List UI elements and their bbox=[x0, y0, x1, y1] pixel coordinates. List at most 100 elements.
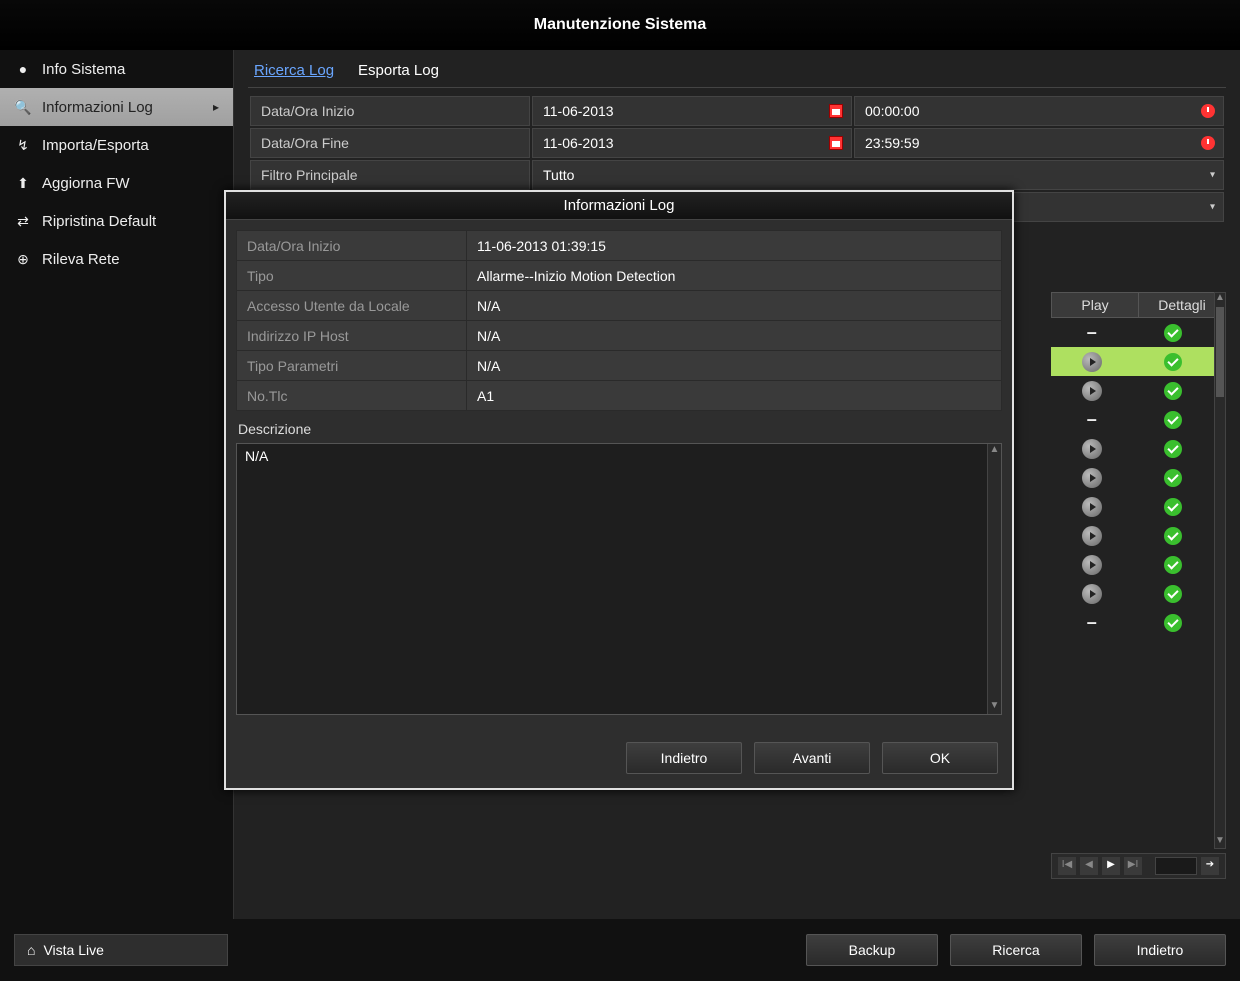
modal-title: Informazioni Log bbox=[226, 192, 1012, 220]
live-view-label: Vista Live bbox=[43, 942, 103, 958]
dash-icon: – bbox=[1087, 322, 1097, 343]
tabs: Ricerca Log Esporta Log bbox=[248, 60, 1226, 88]
tab-export-log[interactable]: Esporta Log bbox=[358, 60, 439, 87]
calendar-icon[interactable] bbox=[829, 104, 843, 118]
table-row[interactable]: – bbox=[1051, 405, 1214, 434]
pager-prev-icon[interactable]: ◀ bbox=[1080, 857, 1098, 875]
filter-start-date[interactable]: 11-06-2013 bbox=[532, 96, 852, 126]
sidebar-item-restore-default[interactable]: ⇄ Ripristina Default bbox=[0, 202, 233, 240]
scroll-up-icon[interactable]: ▲ bbox=[1215, 293, 1225, 305]
scroll-thumb[interactable] bbox=[1216, 307, 1224, 397]
table-row[interactable] bbox=[1051, 347, 1214, 376]
search-icon: 🔍 bbox=[14, 99, 32, 116]
check-icon[interactable] bbox=[1164, 585, 1182, 603]
primary-value: Tutto bbox=[543, 167, 574, 183]
results-header-detail: Dettagli bbox=[1138, 293, 1225, 317]
sidebar-item-import-export[interactable]: ↯ Importa/Esporta bbox=[0, 126, 233, 164]
pager-next-icon[interactable]: ▶ bbox=[1102, 857, 1120, 875]
modal-ok-button[interactable]: OK bbox=[882, 742, 998, 774]
results-scrollbar[interactable]: ▲ ▼ bbox=[1214, 292, 1226, 849]
table-row[interactable] bbox=[1051, 550, 1214, 579]
check-icon[interactable] bbox=[1164, 324, 1182, 342]
play-icon[interactable] bbox=[1082, 439, 1102, 459]
sidebar-item-upgrade-fw[interactable]: ⬆ Aggiorna FW bbox=[0, 164, 233, 202]
pager-first-icon[interactable]: I◀ bbox=[1058, 857, 1076, 875]
sidebar-item-label: Info Sistema bbox=[42, 61, 125, 78]
play-icon[interactable] bbox=[1082, 555, 1102, 575]
results-header-play: Play bbox=[1052, 293, 1138, 317]
scroll-down-icon[interactable]: ▼ bbox=[988, 700, 1001, 714]
filter-primary-select[interactable]: Tutto ▾ bbox=[532, 160, 1224, 190]
play-icon[interactable] bbox=[1082, 497, 1102, 517]
results-pager: I◀ ◀ ▶ ▶I ➔ bbox=[1051, 853, 1226, 879]
sidebar-item-log[interactable]: 🔍 Informazioni Log ▸ bbox=[0, 88, 233, 126]
play-icon[interactable] bbox=[1082, 352, 1102, 372]
chevron-right-icon: ▸ bbox=[213, 100, 219, 114]
modal-hostip-label: Indirizzo IP Host bbox=[237, 321, 467, 351]
dash-icon: – bbox=[1087, 409, 1097, 430]
modal-localuser-label: Accesso Utente da Locale bbox=[237, 291, 467, 321]
modal-description-value: N/A bbox=[245, 448, 268, 464]
check-icon[interactable] bbox=[1164, 440, 1182, 458]
play-icon[interactable] bbox=[1082, 381, 1102, 401]
sidebar-item-label: Ripristina Default bbox=[42, 213, 156, 230]
modal-start-label: Data/Ora Inizio bbox=[237, 231, 467, 261]
dash-icon: – bbox=[1087, 612, 1097, 633]
modal-next-button[interactable]: Avanti bbox=[754, 742, 870, 774]
table-row[interactable] bbox=[1051, 463, 1214, 492]
log-info-modal: Informazioni Log Data/Ora Inizio 11-06-2… bbox=[224, 190, 1014, 790]
table-row[interactable] bbox=[1051, 376, 1214, 405]
check-icon[interactable] bbox=[1164, 556, 1182, 574]
play-icon[interactable] bbox=[1082, 526, 1102, 546]
scroll-down-icon[interactable]: ▼ bbox=[1215, 836, 1225, 848]
check-icon[interactable] bbox=[1164, 527, 1182, 545]
check-icon[interactable] bbox=[1164, 469, 1182, 487]
filter-start-time[interactable]: 00:00:00 bbox=[854, 96, 1224, 126]
check-icon[interactable] bbox=[1164, 614, 1182, 632]
sidebar-item-net-detect[interactable]: ⊕ Rileva Rete bbox=[0, 240, 233, 278]
filter-end-date[interactable]: 11-06-2013 bbox=[532, 128, 852, 158]
upload-icon: ⬆ bbox=[14, 175, 32, 192]
sidebar-item-label: Informazioni Log bbox=[42, 99, 153, 116]
table-row[interactable] bbox=[1051, 579, 1214, 608]
search-button[interactable]: Ricerca bbox=[950, 934, 1082, 966]
sidebar-item-info[interactable]: ● Info Sistema bbox=[0, 50, 233, 88]
table-row[interactable] bbox=[1051, 492, 1214, 521]
table-row[interactable] bbox=[1051, 521, 1214, 550]
sidebar-item-label: Importa/Esporta bbox=[42, 137, 149, 154]
description-scrollbar[interactable]: ▲ ▼ bbox=[987, 444, 1001, 714]
table-row[interactable]: – bbox=[1051, 318, 1214, 347]
play-icon[interactable] bbox=[1082, 584, 1102, 604]
table-row[interactable]: – bbox=[1051, 608, 1214, 637]
scroll-up-icon[interactable]: ▲ bbox=[988, 444, 1001, 458]
backup-button[interactable]: Backup bbox=[806, 934, 938, 966]
play-icon[interactable] bbox=[1082, 468, 1102, 488]
filter-primary-label: Filtro Principale bbox=[250, 160, 530, 190]
pager-last-icon[interactable]: ▶I bbox=[1124, 857, 1142, 875]
modal-paramtype-label: Tipo Parametri bbox=[237, 351, 467, 381]
chevron-down-icon: ▾ bbox=[1210, 170, 1215, 181]
clock-icon[interactable] bbox=[1201, 104, 1215, 118]
start-time-value: 00:00:00 bbox=[865, 103, 920, 119]
pager-page-input[interactable] bbox=[1155, 857, 1197, 875]
clock-icon[interactable] bbox=[1201, 136, 1215, 150]
filter-end-time[interactable]: 23:59:59 bbox=[854, 128, 1224, 158]
tab-search-log[interactable]: Ricerca Log bbox=[254, 60, 334, 87]
calendar-icon[interactable] bbox=[829, 136, 843, 150]
results-panel: Play Dettagli – – – ▲ ▼ I◀ ◀ ▶ ▶I ➔ bbox=[1051, 292, 1226, 879]
info-icon: ● bbox=[14, 61, 32, 77]
modal-description-label: Descrizione bbox=[238, 421, 1000, 437]
back-button[interactable]: Indietro bbox=[1094, 934, 1226, 966]
modal-prev-button[interactable]: Indietro bbox=[626, 742, 742, 774]
filter-start-label: Data/Ora Inizio bbox=[250, 96, 530, 126]
check-icon[interactable] bbox=[1164, 411, 1182, 429]
start-date-value: 11-06-2013 bbox=[543, 103, 614, 119]
live-view-button[interactable]: ⌂ Vista Live bbox=[14, 934, 228, 966]
check-icon[interactable] bbox=[1164, 353, 1182, 371]
check-icon[interactable] bbox=[1164, 498, 1182, 516]
home-icon: ⌂ bbox=[27, 942, 35, 958]
table-row[interactable] bbox=[1051, 434, 1214, 463]
pager-go-icon[interactable]: ➔ bbox=[1201, 857, 1219, 875]
modal-paramtype-value: N/A bbox=[467, 351, 1002, 381]
check-icon[interactable] bbox=[1164, 382, 1182, 400]
